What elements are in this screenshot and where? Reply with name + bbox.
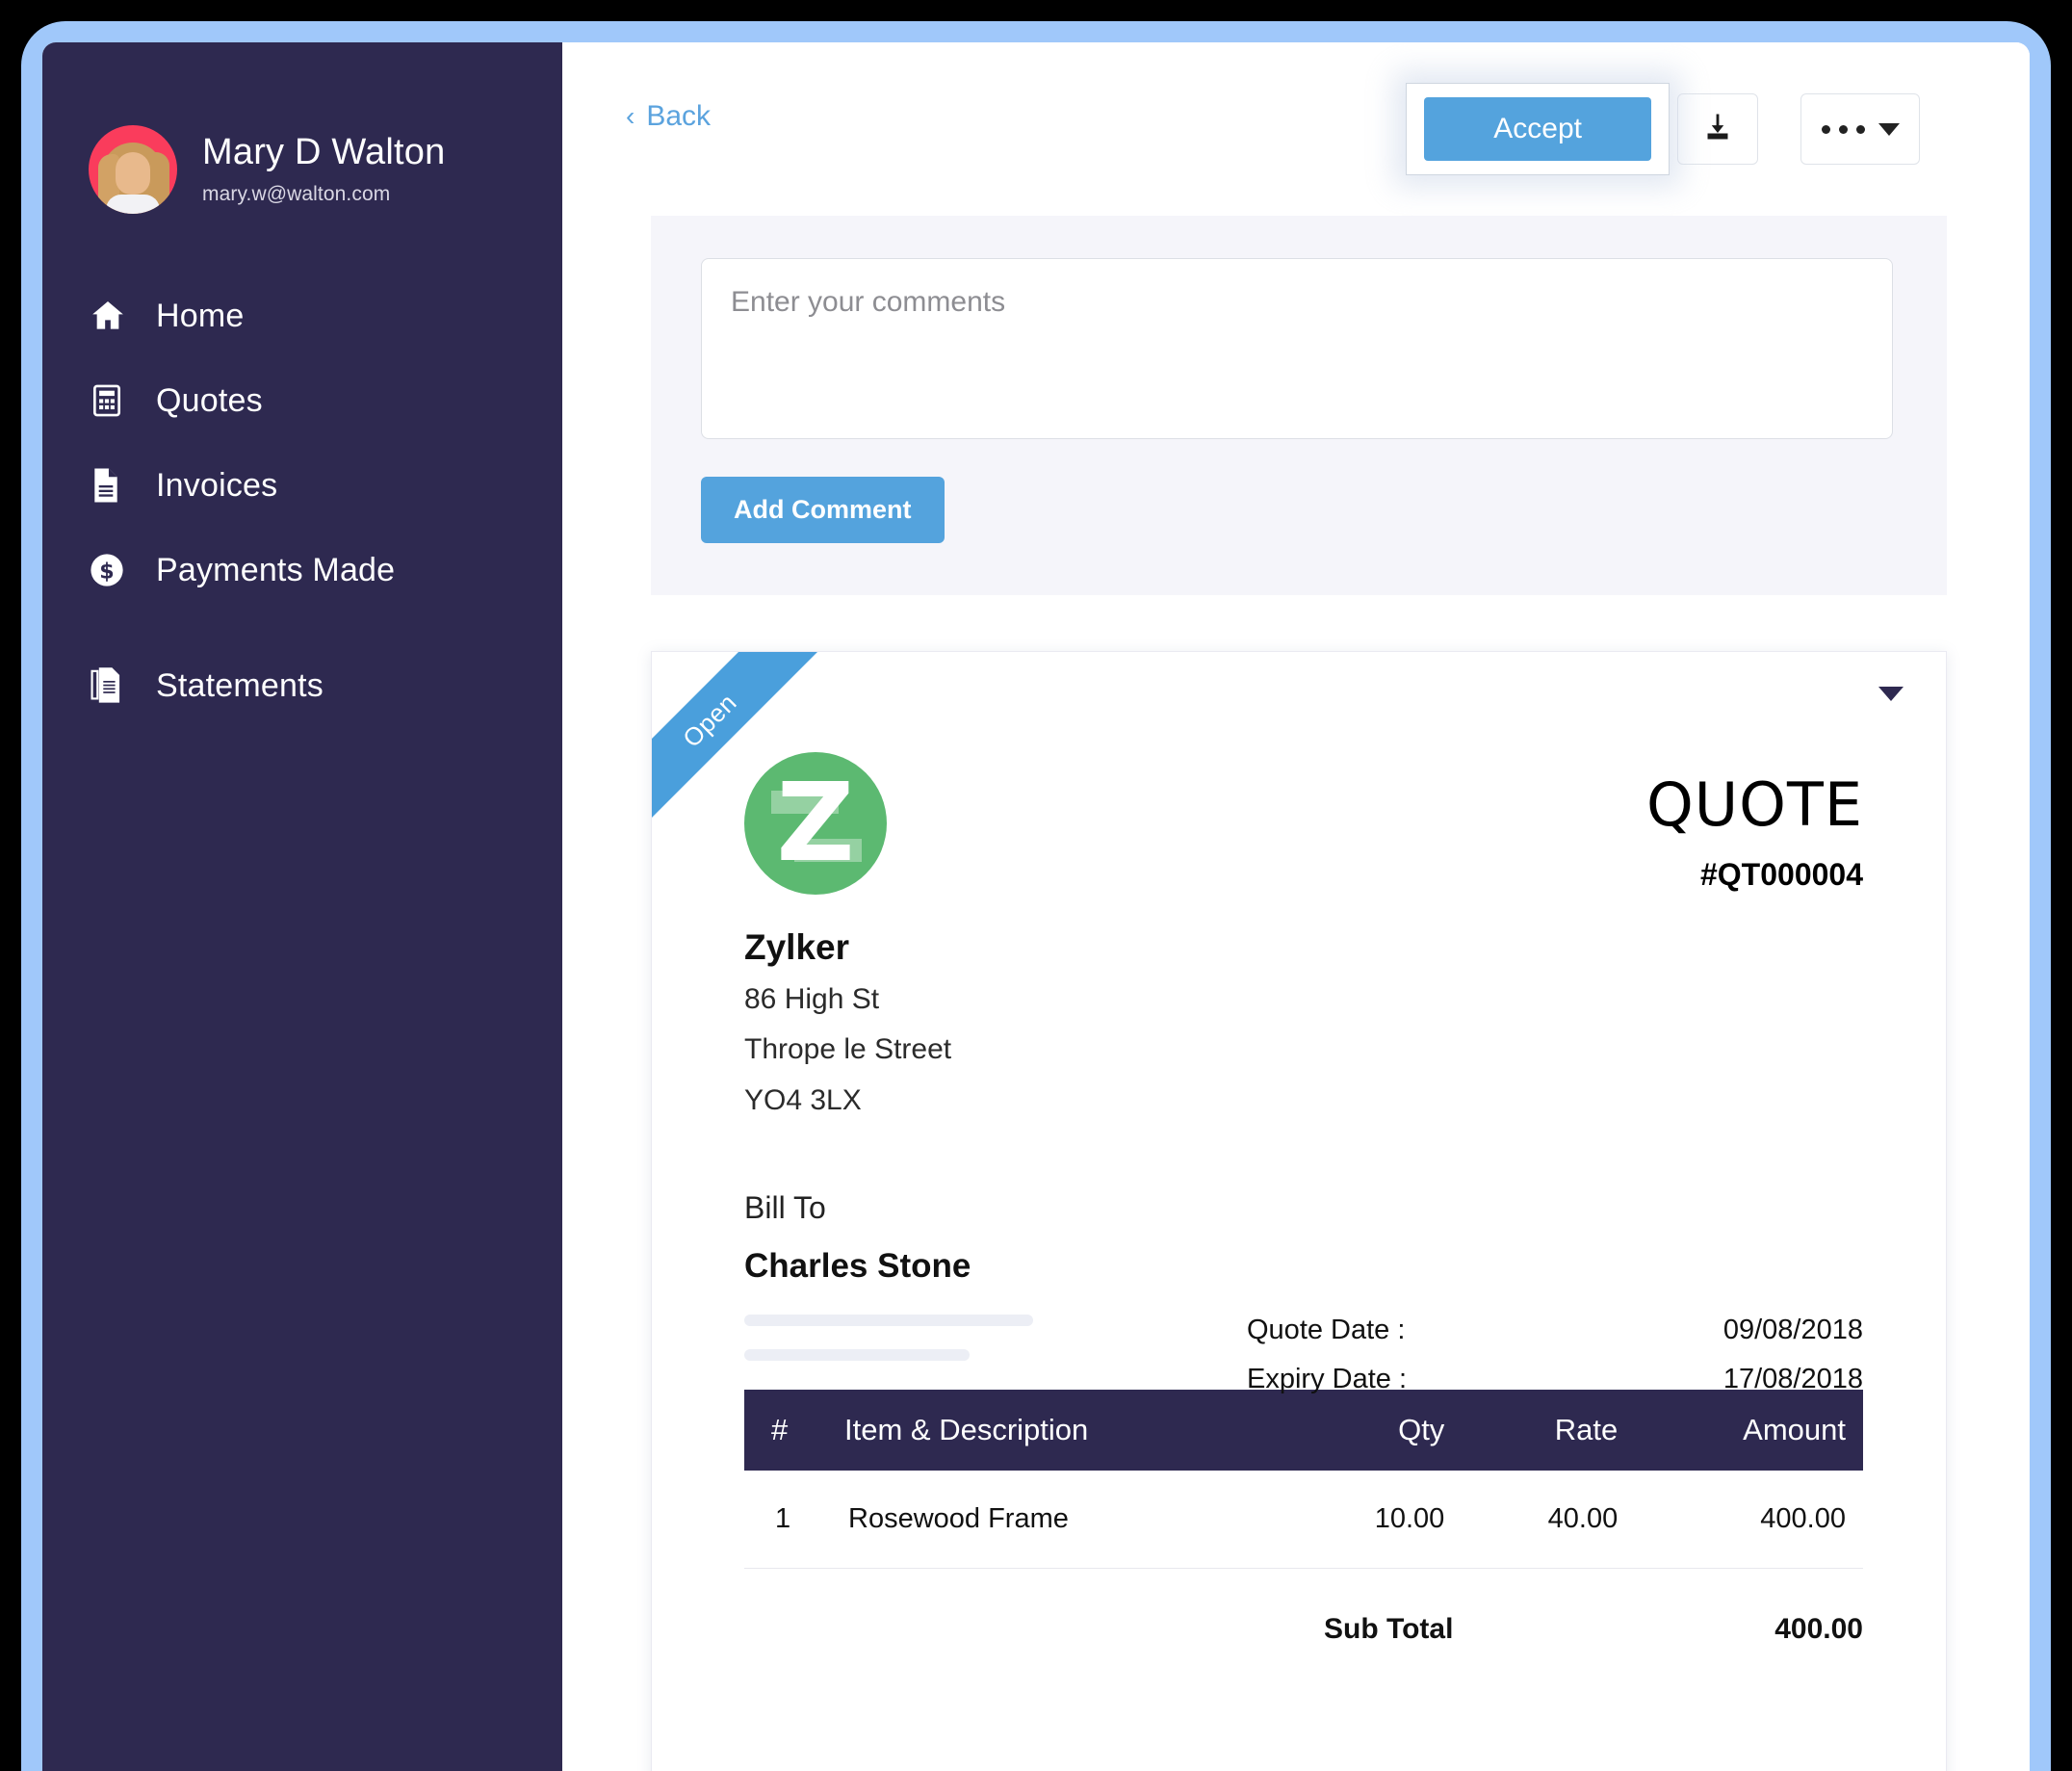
company-logo-letter: Z [776,761,855,886]
accept-button[interactable]: Accept [1424,97,1651,161]
chevron-left-icon: ‹ [626,101,635,131]
sidebar-item-invoices[interactable]: Invoices [42,443,562,528]
quote-card: Open Z QUOTE #QT000004 Zylker 86 High St… [651,651,1947,1771]
quote-date-row: Quote Date : 09/08/2018 [1247,1315,1863,1346]
sidebar-item-home[interactable]: Home [42,273,562,358]
table-row: 1 Rosewood Frame 10.00 40.00 400.00 [744,1471,1863,1570]
documents-stack-icon [89,666,131,705]
download-button[interactable] [1677,93,1758,165]
expiry-date-label: Expiry Date : [1247,1364,1407,1395]
company-address-line-2: Thrope le Street [744,1033,952,1066]
sidebar-item-label: Home [156,297,245,334]
sidebar-item-label: Quotes [156,381,263,419]
add-comment-button[interactable]: Add Comment [701,477,945,543]
sidebar-item-quotes[interactable]: Quotes [42,358,562,443]
document-icon [89,467,131,504]
toolbar-actions: Accept [1406,83,1920,175]
home-icon [89,297,131,335]
sidebar-item-statements[interactable]: Statements [42,643,562,728]
quote-title-block: QUOTE #QT000004 [1646,752,1863,893]
app-window: Mary D Walton mary.w@walton.com Home Quo… [42,42,2030,1771]
more-options-button[interactable] [1800,93,1920,165]
page-title: QUOTE [1645,769,1863,840]
quote-card-expand-icon[interactable] [1878,687,1904,701]
quote-date-value: 09/08/2018 [1722,1315,1863,1346]
sidebar-nav: Home Quotes Invoices $ Payments Made Sta… [42,273,562,728]
device-frame: Mary D Walton mary.w@walton.com Home Quo… [21,21,2051,1771]
cell-description: Rosewood Frame [827,1471,1289,1570]
column-header-number: # [744,1390,827,1471]
accept-highlight-box: Accept [1406,83,1670,175]
quote-dates: Quote Date : 09/08/2018 Expiry Date : 17… [1247,1315,1863,1413]
profile-name: Mary D Walton [202,132,446,173]
sidebar: Mary D Walton mary.w@walton.com Home Quo… [42,42,562,1771]
cell-amount: 400.00 [1635,1471,1863,1570]
company-address-line-1: 86 High St [744,983,880,1015]
company-logo: Z [744,752,887,895]
toolbar: ‹ Back Accept [562,42,2030,189]
comment-panel: Add Comment [651,216,1947,595]
placeholder-bar [744,1315,1033,1327]
chevron-down-icon [1878,122,1900,136]
user-profile[interactable]: Mary D Walton mary.w@walton.com [42,125,562,214]
calculator-icon [89,382,131,419]
comment-input[interactable] [701,258,1893,439]
sidebar-item-label: Invoices [156,466,278,504]
profile-email: mary.w@walton.com [202,182,391,205]
bill-to-label: Bill To [744,1190,826,1226]
column-header-description: Item & Description [827,1390,1289,1471]
quote-header: Z QUOTE #QT000004 [744,752,1863,895]
more-dots-icon [1821,124,1865,134]
subtotal-label: Sub Total [1324,1613,1454,1646]
company-name: Zylker [744,927,850,967]
cell-number: 1 [744,1471,827,1570]
main-content: ‹ Back Accept Enter your comments Add Co… [562,42,2030,1771]
download-icon [1701,111,1734,148]
expiry-date-row: Expiry Date : 17/08/2018 [1247,1364,1863,1395]
quote-number: #QT000004 [1699,857,1863,892]
back-link[interactable]: ‹ Back [626,100,711,133]
totals-section: Sub Total 400.00 [744,1613,1863,1646]
placeholder-bar [744,1349,970,1362]
dollar-circle-icon: $ [89,552,131,588]
cell-rate: 40.00 [1462,1471,1636,1570]
quote-body: Z QUOTE #QT000004 Zylker 86 High St Thro… [652,652,1946,1713]
quote-date-label: Quote Date : [1247,1315,1406,1346]
sidebar-item-label: Statements [156,666,324,704]
line-items-table: # Item & Description Qty Rate Amount 1 R… [744,1390,1863,1570]
subtotal-value: 400.00 [1774,1613,1863,1646]
sidebar-item-label: Payments Made [156,551,396,588]
cell-qty: 10.00 [1288,1471,1463,1570]
bill-to-name: Charles Stone [744,1247,971,1286]
back-label: Back [646,100,712,132]
avatar [89,125,177,214]
sidebar-item-payments-made[interactable]: $ Payments Made [42,528,562,612]
svg-text:$: $ [99,560,114,585]
expiry-date-value: 17/08/2018 [1722,1364,1863,1395]
company-address-line-3: YO4 3LX [744,1083,862,1116]
